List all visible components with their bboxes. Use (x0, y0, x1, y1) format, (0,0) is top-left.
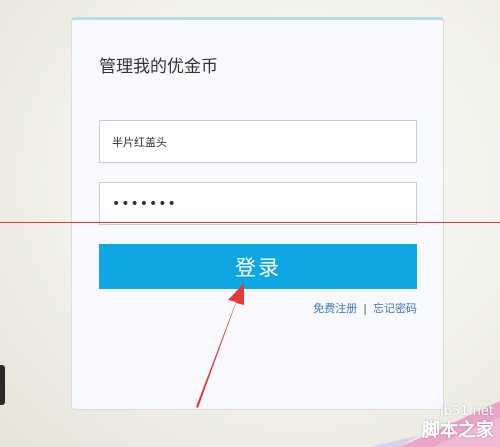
annotation-arrow-icon (196, 283, 244, 408)
edge-tab (0, 365, 5, 405)
watermark-brand: 脚本之家 (422, 420, 494, 441)
